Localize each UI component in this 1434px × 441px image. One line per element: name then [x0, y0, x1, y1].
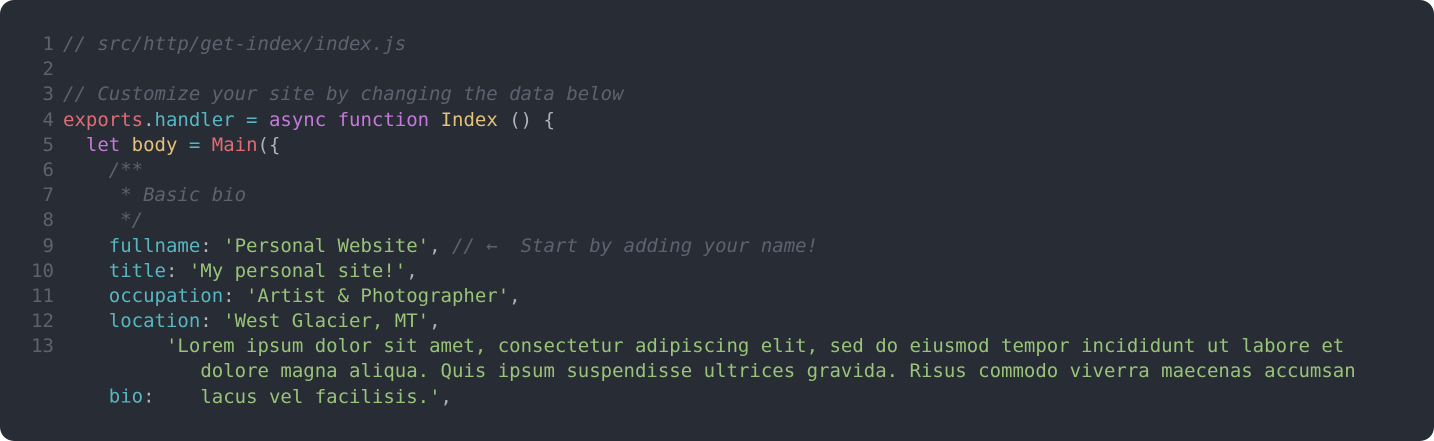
- variable-body: body: [131, 133, 178, 156]
- comment: * Basic bio: [120, 184, 247, 207]
- string-value-line: lacus vel facilisis.': [200, 385, 441, 408]
- line-number: 6: [42, 158, 54, 181]
- colon: :: [143, 385, 166, 408]
- line-number: 13: [31, 335, 54, 358]
- string-value-line: 'Lorem ipsum dolor sit amet, consectetur…: [165, 335, 1345, 358]
- object-key: bio: [108, 385, 144, 408]
- keyword-let: let: [85, 133, 121, 156]
- colon: :: [165, 259, 189, 282]
- comment: /**: [108, 158, 144, 181]
- line-number: 5: [42, 133, 54, 156]
- comment: // ← Start by adding your name!: [451, 234, 819, 257]
- function-name: Index: [440, 108, 498, 131]
- code-editor[interactable]: 1 // src/http/get-index/index.js 2 3 // …: [0, 0, 1434, 441]
- line-number: 8: [42, 209, 54, 232]
- wrapped-string: 'Lorem ipsum dolor sit amet, consectetur…: [166, 334, 1356, 410]
- operator-equals: =: [234, 108, 269, 131]
- code-line: 8 */: [0, 208, 1434, 233]
- comma: ,: [509, 284, 521, 307]
- code-content: exports.handler = async function Index (…: [54, 108, 1434, 133]
- comma: ,: [406, 259, 418, 282]
- function-call-main: Main: [211, 133, 258, 156]
- punctuation: () {: [497, 108, 555, 131]
- code-content: fullname: 'Personal Website', // ← Start…: [54, 234, 1434, 259]
- code-content: [54, 57, 1434, 82]
- object-key: location: [108, 310, 201, 333]
- keyword-async: async: [268, 108, 327, 131]
- code-line: 2: [0, 57, 1434, 82]
- object-key: fullname: [108, 234, 201, 257]
- colon: :: [223, 284, 247, 307]
- line-number: 10: [31, 259, 54, 282]
- code-content: location: 'West Glacier, MT',: [54, 309, 1434, 334]
- code-content: // src/http/get-index/index.js: [54, 32, 1434, 57]
- punctuation: ({: [257, 133, 281, 156]
- code-content: /**: [54, 158, 1434, 183]
- code-line: 4 exports.handler = async function Index…: [0, 108, 1434, 133]
- code-line: 12 location: 'West Glacier, MT',: [0, 309, 1434, 334]
- comment: // src/http/get-index/index.js: [63, 33, 407, 55]
- property-handler: handler: [154, 108, 235, 131]
- comment: // Customize your site by changing the d…: [63, 83, 624, 106]
- comma: ,: [440, 385, 452, 408]
- line-number: 11: [31, 284, 54, 307]
- string-value: 'Personal Website': [223, 234, 430, 257]
- line-number: 2: [42, 58, 54, 81]
- line-number: 4: [42, 108, 54, 131]
- code-line: 6 /**: [0, 158, 1434, 183]
- code-line: 3 // Customize your site by changing the…: [0, 82, 1434, 107]
- code-line: 11 occupation: 'Artist & Photographer',: [0, 284, 1434, 309]
- code-content: title: 'My personal site!',: [54, 259, 1434, 284]
- line-number: 1: [42, 33, 54, 55]
- colon: :: [200, 310, 224, 333]
- line-number: 3: [42, 83, 54, 106]
- string-value: 'West Glacier, MT': [223, 310, 430, 333]
- operator-equals: =: [177, 133, 212, 156]
- code-content: // Customize your site by changing the d…: [54, 82, 1434, 107]
- code-content: occupation: 'Artist & Photographer',: [54, 284, 1434, 309]
- comma: ,: [429, 310, 441, 333]
- punctuation-dot: .: [143, 108, 155, 131]
- code-line: 1 // src/http/get-index/index.js: [0, 32, 1434, 57]
- line-number: 9: [42, 234, 54, 257]
- code-line: 10 title: 'My personal site!',: [0, 259, 1434, 284]
- code-line: 5 let body = Main({: [0, 133, 1434, 158]
- keyword-function: function: [337, 108, 430, 131]
- object-key: title: [108, 259, 166, 282]
- code-content: * Basic bio: [54, 183, 1434, 208]
- code-line: 9 fullname: 'Personal Website', // ← Sta…: [0, 234, 1434, 259]
- code-content: bio: 'Lorem ipsum dolor sit amet, consec…: [54, 334, 1434, 410]
- comma: ,: [429, 234, 452, 257]
- code-line: 13 bio: 'Lorem ipsum dolor sit amet, con…: [0, 334, 1434, 410]
- colon: :: [200, 234, 224, 257]
- string-value: 'Artist & Photographer': [246, 284, 510, 307]
- line-number: 12: [31, 310, 54, 333]
- string-value: 'My personal site!': [188, 259, 407, 282]
- code-content: */: [54, 208, 1434, 233]
- line-number: 7: [42, 184, 54, 207]
- code-line: 7 * Basic bio: [0, 183, 1434, 208]
- string-value-line: dolore magna aliqua. Quis ipsum suspendi…: [200, 360, 1356, 383]
- object-key: occupation: [108, 284, 224, 307]
- code-content: let body = Main({: [54, 133, 1434, 158]
- comment: */: [120, 209, 144, 232]
- identifier-exports: exports: [63, 108, 144, 131]
